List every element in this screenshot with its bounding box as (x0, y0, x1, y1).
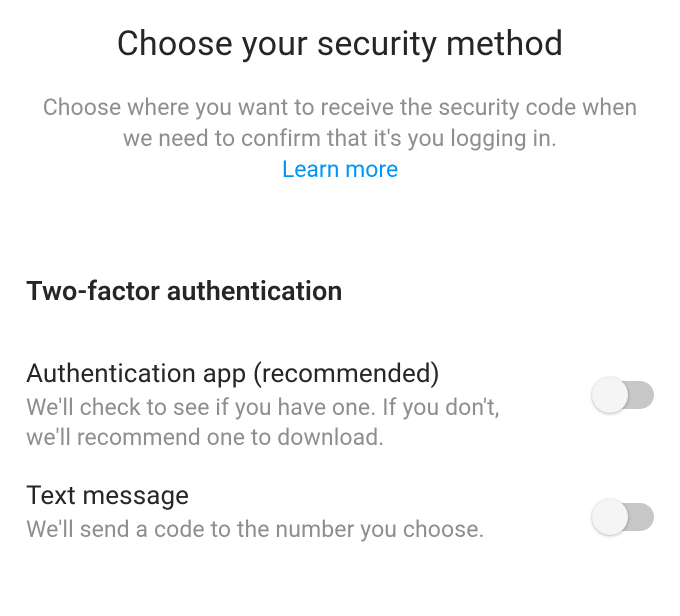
toggle-text-message[interactable] (594, 503, 654, 531)
option-text-message-desc: We'll send a code to the number you choo… (26, 515, 578, 545)
two-factor-section: Two-factor authentication Authentication… (0, 275, 680, 545)
learn-more-link[interactable]: Learn more (282, 156, 398, 183)
option-auth-app-desc: We'll check to see if you have one. If y… (26, 393, 578, 453)
toggle-knob (592, 377, 628, 413)
toggle-auth-app[interactable] (594, 381, 654, 409)
option-text: Text message We'll send a code to the nu… (26, 481, 578, 545)
page-title: Choose your security method (28, 24, 652, 64)
option-text: Authentication app (recommended) We'll c… (26, 359, 578, 453)
option-text-message-title: Text message (26, 481, 578, 511)
page-subtitle: Choose where you want to receive the sec… (28, 92, 652, 154)
section-title: Two-factor authentication (26, 275, 654, 307)
option-text-message: Text message We'll send a code to the nu… (26, 481, 654, 545)
header: Choose your security method Choose where… (0, 0, 680, 183)
option-auth-app: Authentication app (recommended) We'll c… (26, 359, 654, 453)
toggle-knob (592, 499, 628, 535)
option-auth-app-title: Authentication app (recommended) (26, 359, 578, 389)
